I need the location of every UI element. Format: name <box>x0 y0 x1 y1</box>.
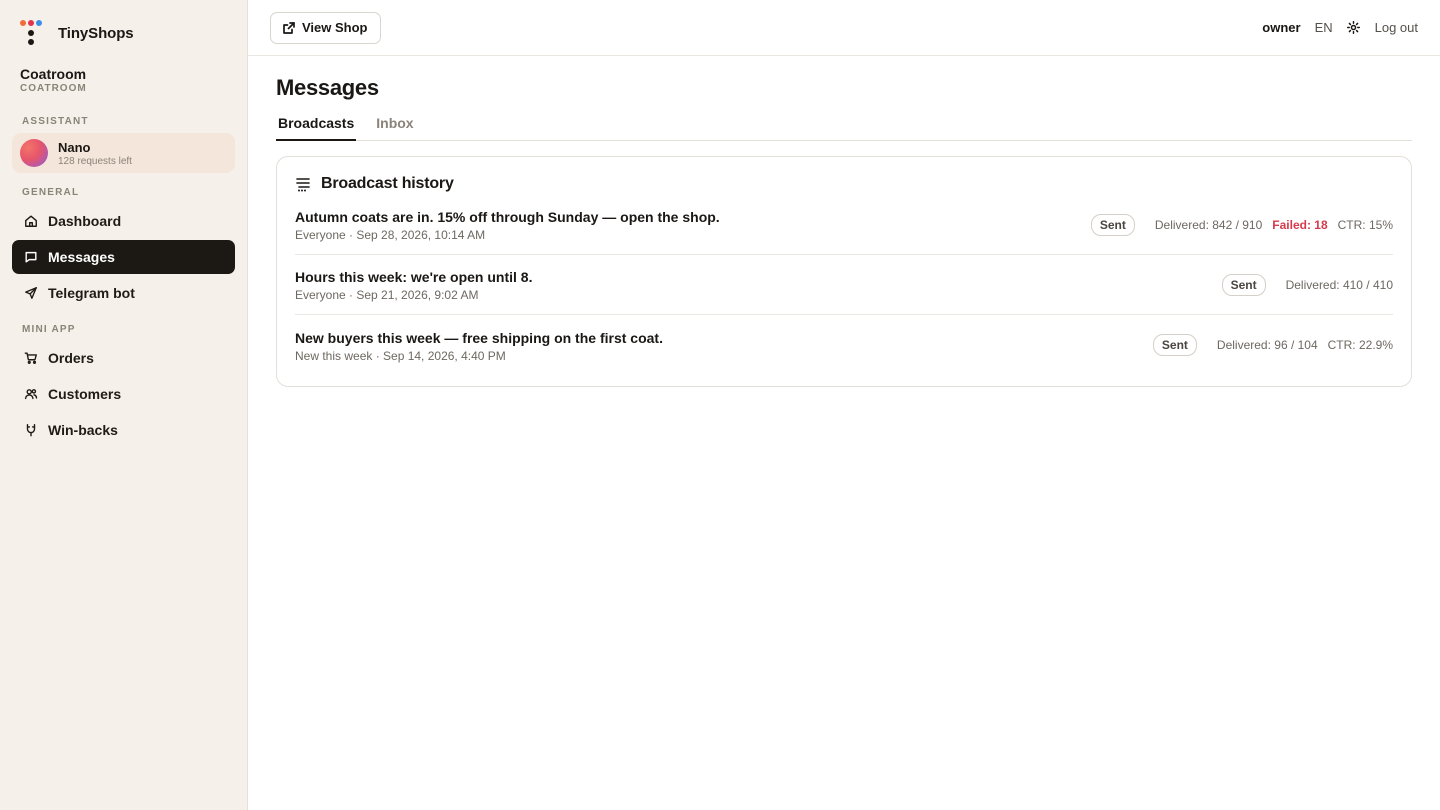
broadcast-message: Hours this week: we're open until 8. <box>295 269 533 285</box>
sidebar-item-orders[interactable]: Orders <box>12 341 235 375</box>
content: Messages Broadcasts Inbox Broadcast hist… <box>248 75 1440 387</box>
send-icon <box>24 286 38 300</box>
sidebar-item-telegram-bot[interactable]: Telegram bot <box>12 276 235 310</box>
magnet-icon <box>24 423 38 437</box>
main-area: View Shop owner EN Log out Messages Broa… <box>248 0 1440 810</box>
page-title: Messages <box>276 75 379 100</box>
broadcast-meta: Everyone · Sep 21, 2026, 9:02 AM <box>295 288 479 302</box>
ctr-stat: CTR: 22.9% <box>1327 338 1393 352</box>
shop-code: COATROOM <box>20 83 87 94</box>
section-label-mini-app: MINI APP <box>22 324 76 335</box>
broadcast-row[interactable]: Hours this week: we're open until 8. Eve… <box>295 255 1393 315</box>
broadcast-message: Autumn coats are in. 15% off through Sun… <box>295 209 720 225</box>
sidebar-item-label: Dashboard <box>48 213 122 229</box>
sidebar-item-label: Win-backs <box>48 422 118 438</box>
users-icon <box>24 387 38 401</box>
broadcast-row[interactable]: Autumn coats are in. 15% off through Sun… <box>295 195 1393 255</box>
theme-toggle[interactable] <box>1347 21 1361 35</box>
section-label-general: GENERAL <box>22 187 80 198</box>
delivered-stat: Delivered: 842 / 910 <box>1154 217 1263 232</box>
sidebar-item-label: Messages <box>48 249 115 265</box>
sidebar-item-label: Orders <box>48 350 94 366</box>
broadcast-history-card: Broadcast history Autumn coats are in. 1… <box>276 156 1412 387</box>
failed-stat: Failed: 18 <box>1272 217 1328 232</box>
tinyshops-logo-icon <box>20 18 50 48</box>
shop-name: Coatroom <box>20 66 87 82</box>
assistant-name: Nano <box>58 139 91 155</box>
status-badge: Sent <box>1221 273 1266 296</box>
sidebar-item-messages[interactable]: Messages <box>12 240 235 274</box>
card-title: Broadcast history <box>321 175 454 192</box>
delivered-stat: Delivered: 410 / 410 <box>1285 277 1393 292</box>
shop-switcher[interactable]: Coatroom COATROOM <box>12 66 235 94</box>
sidebar-item-label: Customers <box>48 386 122 402</box>
sidebar: TinyShops Coatroom COATROOM ASSISTANT Na… <box>0 0 248 810</box>
cart-icon <box>24 351 38 365</box>
section-label-assistant: ASSISTANT <box>22 116 89 127</box>
view-shop-button[interactable]: View Shop <box>270 11 381 44</box>
message-icon <box>24 250 38 264</box>
history-list-icon <box>296 178 310 192</box>
topbar: View Shop owner EN Log out <box>248 0 1440 56</box>
sidebar-item-dashboard[interactable]: Dashboard <box>12 204 235 238</box>
delivered-stat: Delivered: 96 / 104 <box>1216 338 1318 352</box>
assistant-card[interactable]: Nano 128 requests left <box>12 133 235 173</box>
broadcast-message: New buyers this week — free shipping on … <box>295 329 663 346</box>
tab-broadcasts[interactable]: Broadcasts <box>276 111 357 141</box>
brand-name: TinyShops <box>58 24 134 42</box>
current-user[interactable]: owner <box>1262 20 1300 35</box>
broadcast-row[interactable]: New buyers this week — free shipping on … <box>295 315 1393 375</box>
home-icon <box>24 214 38 228</box>
sun-icon <box>1347 21 1361 34</box>
view-shop-label: View Shop <box>302 20 368 35</box>
broadcast-meta: Everyone · Sep 28, 2026, 10:14 AM <box>295 228 486 242</box>
external-link-icon <box>283 21 295 34</box>
sidebar-item-label: Telegram bot <box>48 285 135 301</box>
logout-link[interactable]: Log out <box>1375 20 1418 35</box>
brand[interactable]: TinyShops <box>12 18 235 48</box>
status-badge: Sent <box>1152 334 1197 356</box>
assistant-requests-left: 128 requests left <box>58 155 132 167</box>
ctr-stat: CTR: 15% <box>1337 217 1393 232</box>
status-badge: Sent <box>1090 213 1135 236</box>
tab-inbox[interactable]: Inbox <box>374 111 415 141</box>
tabs: Broadcasts Inbox <box>276 111 1412 141</box>
language-switcher[interactable]: EN <box>1315 20 1333 35</box>
broadcast-meta: New this week · Sep 14, 2026, 4:40 PM <box>295 348 506 363</box>
sidebar-item-customers[interactable]: Customers <box>12 377 235 411</box>
assistant-avatar <box>20 139 48 167</box>
sidebar-item-win-backs[interactable]: Win-backs <box>12 413 235 447</box>
